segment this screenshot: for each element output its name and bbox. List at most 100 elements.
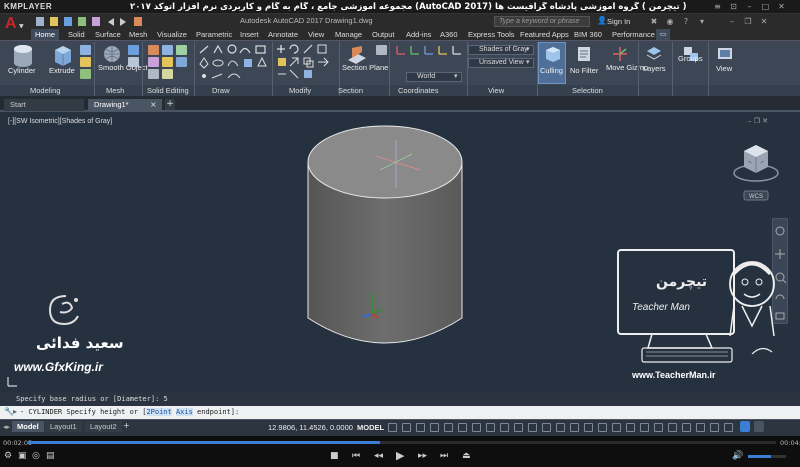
- quick-access-icons[interactable]: [34, 16, 224, 27]
- no-filter-button[interactable]: No Filter: [570, 66, 598, 75]
- graphics-performance-icon[interactable]: [724, 423, 733, 432]
- sign-in-link[interactable]: Sign In: [607, 17, 630, 26]
- add-tab-icon[interactable]: +: [165, 99, 175, 110]
- view-icon[interactable]: [716, 45, 734, 63]
- tab-visualize[interactable]: Visualize: [153, 29, 191, 40]
- tab-view[interactable]: View: [304, 29, 328, 40]
- annotation-icon[interactable]: [584, 423, 593, 432]
- grid-icon[interactable]: [388, 423, 397, 432]
- group-label-selection[interactable]: Selection: [572, 86, 603, 95]
- tab-start[interactable]: Start: [4, 99, 84, 111]
- customization-icon[interactable]: [710, 423, 719, 432]
- intersect-icon[interactable]: [176, 45, 187, 55]
- polar-icon[interactable]: [430, 423, 439, 432]
- command-prompt[interactable]: - CYLINDER Specify height or [2Point Axi…: [20, 408, 239, 416]
- object-snap-tracking-icon[interactable]: [458, 423, 467, 432]
- chevron-down-icon[interactable]: ▾: [696, 16, 708, 27]
- group-label-mesh[interactable]: Mesh: [106, 86, 124, 95]
- tab-parametric[interactable]: Parametric: [192, 29, 236, 40]
- player-stop-icon[interactable]: ■: [330, 451, 339, 461]
- tab-home[interactable]: Home: [31, 29, 60, 40]
- view-button[interactable]: View: [716, 64, 732, 73]
- close-icon[interactable]: ×: [150, 100, 157, 109]
- user-icon[interactable]: 👤: [597, 16, 607, 27]
- group-label-coordinates[interactable]: Coordinates: [398, 86, 438, 95]
- tab-solid[interactable]: Solid: [64, 29, 89, 40]
- isolate-objects-icon[interactable]: [668, 423, 677, 432]
- revolve-icon[interactable]: [80, 57, 91, 67]
- close-icon[interactable]: ✕: [758, 16, 770, 27]
- ribbon-minimize-icon[interactable]: ▭: [656, 29, 670, 40]
- player-rewind-icon[interactable]: ◂◂: [374, 451, 383, 461]
- snap-icon[interactable]: [402, 423, 411, 432]
- gizmo-icon[interactable]: [528, 423, 537, 432]
- units-icon[interactable]: [626, 423, 635, 432]
- tab-model[interactable]: Model: [12, 421, 44, 432]
- group-label-modify[interactable]: Modify: [289, 86, 311, 95]
- tab-bim-360[interactable]: BIM 360: [570, 29, 606, 40]
- help-icon[interactable]: ?: [680, 16, 692, 27]
- tab-annotate[interactable]: Annotate: [264, 29, 302, 40]
- hardware-acceleration-icon[interactable]: [682, 423, 691, 432]
- move-gizmo-button[interactable]: Move Gizmo: [606, 64, 648, 72]
- tab-output[interactable]: Output: [368, 29, 399, 40]
- shell-icon[interactable]: [176, 57, 187, 67]
- group-label-solid-editing[interactable]: Solid Editing: [147, 86, 189, 95]
- tab-manage[interactable]: Manage: [331, 29, 366, 40]
- layout-nav-icon[interactable]: ◂▸: [3, 423, 10, 431]
- ucs-tools-icons[interactable]: [394, 44, 466, 66]
- chevron-down-icon[interactable]: ▾: [526, 45, 530, 53]
- layers-icon[interactable]: [645, 45, 663, 63]
- ortho-icon[interactable]: [416, 423, 425, 432]
- coordinates-readout[interactable]: 12.9806, 11.4526, 0.0000: [268, 423, 353, 432]
- transparency-icon[interactable]: [556, 423, 565, 432]
- imprint-icon[interactable]: [162, 69, 173, 79]
- tab-layout2[interactable]: Layout2: [85, 421, 122, 432]
- fillet-edge-icon[interactable]: [162, 57, 173, 67]
- clean-screen-icon[interactable]: [696, 423, 705, 432]
- section-plane-button[interactable]: Section Plane: [342, 64, 388, 72]
- player-settings-icon[interactable]: ⚙: [4, 451, 12, 461]
- slice-icon[interactable]: [148, 57, 159, 67]
- workspace-icon[interactable]: [612, 423, 621, 432]
- mesh-smooth-icon[interactable]: [128, 57, 139, 67]
- player-3d-icon[interactable]: ▣: [18, 451, 27, 461]
- tab-surface[interactable]: Surface: [91, 29, 125, 40]
- chevron-down-icon[interactable]: ▾: [526, 58, 530, 66]
- player-forward-icon[interactable]: ▸▸: [418, 451, 427, 461]
- tab-express-tools[interactable]: Express Tools: [464, 29, 519, 40]
- status-menu-icon[interactable]: [740, 421, 750, 432]
- dynamic-ucs-icon[interactable]: [500, 423, 509, 432]
- smooth-object-button[interactable]: Smooth Object: [98, 64, 148, 72]
- wcs-label[interactable]: WCS: [749, 194, 763, 200]
- option-endpoint[interactable]: endpoint: [197, 408, 231, 416]
- add-layout-icon[interactable]: +: [123, 421, 130, 430]
- cylinder-icon[interactable]: [12, 44, 34, 68]
- option-2point[interactable]: 2Point: [146, 408, 172, 416]
- a360-icon[interactable]: ◉: [664, 16, 676, 27]
- loft-icon[interactable]: [80, 69, 91, 79]
- lineweight-icon[interactable]: [542, 423, 551, 432]
- tab-mesh[interactable]: Mesh: [125, 29, 151, 40]
- player-record-icon[interactable]: ◎: [32, 451, 40, 461]
- player-open-icon[interactable]: ⏏: [462, 451, 471, 461]
- command-prompt-icon[interactable]: ▸: [13, 407, 17, 416]
- mesh-icon[interactable]: [128, 45, 139, 55]
- visual-style-combo[interactable]: Shades of Gray: [468, 45, 534, 55]
- player-minimize-icon[interactable]: –: [744, 1, 755, 12]
- player-subtitle-icon[interactable]: ▤: [46, 451, 55, 461]
- layers-button[interactable]: Layers: [643, 64, 666, 73]
- chevron-down-icon[interactable]: ▾: [454, 72, 458, 80]
- union-icon[interactable]: [148, 45, 159, 55]
- no-filter-icon[interactable]: [575, 45, 593, 63]
- player-pin-icon[interactable]: ⊡: [728, 1, 739, 12]
- cylinder-button[interactable]: Cylinder: [8, 66, 36, 75]
- group-label-section[interactable]: Section: [338, 86, 363, 95]
- named-view-combo[interactable]: Unsaved View: [468, 58, 534, 68]
- extrude-button[interactable]: Extrude: [49, 66, 75, 75]
- cylinder-model[interactable]: [300, 118, 470, 363]
- player-prev-icon[interactable]: ⏮: [352, 451, 360, 461]
- selection-cycling-icon[interactable]: [570, 423, 579, 432]
- group-label-draw[interactable]: Draw: [212, 86, 230, 95]
- player-play-icon[interactable]: ▶: [396, 449, 404, 462]
